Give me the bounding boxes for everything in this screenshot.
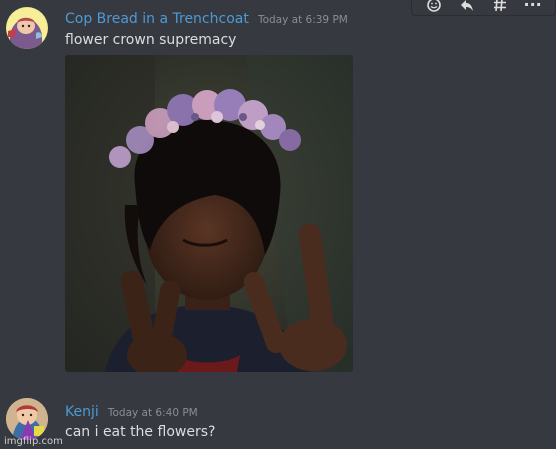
imgflip-watermark: imgflip.com [4,436,63,447]
message: Kenji Today at 6:40 PM can i eat the flo… [0,391,556,449]
timestamp: Today at 6:39 PM [257,14,348,26]
avatar[interactable] [6,7,48,49]
chat-view: ··· Cop Bread in a Trenchcoat Today at 6… [0,0,556,449]
image-attachment[interactable] [65,55,353,372]
timestamp: Today at 6:40 PM [107,407,198,419]
message-text: flower crown supremacy [65,32,237,48]
message-text: can i eat the flowers? [65,424,216,440]
message-header: Kenji Today at 6:40 PM [65,401,198,420]
avatar[interactable] [6,398,48,440]
username[interactable]: Cop Bread in a Trenchcoat [65,11,249,27]
username[interactable]: Kenji [65,404,99,420]
message: Cop Bread in a Trenchcoat Today at 6:39 … [0,0,556,380]
message-header: Cop Bread in a Trenchcoat Today at 6:39 … [65,8,348,27]
